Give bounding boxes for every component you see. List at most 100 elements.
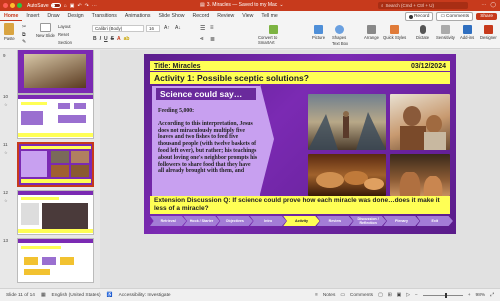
font-color-icon[interactable]: A	[117, 36, 121, 42]
add-ins-button[interactable]: Add-ins	[460, 25, 474, 40]
autosave-toggle[interactable]	[50, 3, 61, 8]
nav-intro[interactable]: Intro	[249, 216, 287, 226]
zoom-out-icon[interactable]: −	[415, 293, 418, 298]
redo-icon[interactable]: ↷	[85, 3, 89, 9]
jars-image[interactable]	[390, 154, 450, 196]
comments-status-button[interactable]: Comments	[350, 293, 373, 298]
more-options-icon[interactable]: ⋯	[481, 2, 486, 8]
close-window-button[interactable]	[3, 3, 8, 8]
numbering-icon[interactable]: ≡	[210, 25, 214, 31]
bold-icon[interactable]: B	[93, 36, 97, 42]
font-name-select[interactable]: Calibri (Body)	[92, 25, 144, 32]
tab-home[interactable]: Home	[0, 11, 23, 21]
science-text-panel[interactable]: Science could say… Feeding 5,000: Accord…	[152, 86, 260, 196]
current-slide[interactable]: Title: Miracles 03/12/2024 Activity 1: P…	[144, 54, 456, 234]
copy-icon[interactable]: ⧉	[22, 32, 26, 38]
minimize-window-button[interactable]	[10, 3, 15, 8]
reading-view-icon[interactable]: ▣	[397, 293, 402, 298]
tab-insert[interactable]: Insert	[22, 11, 43, 21]
tab-slide-show[interactable]: Slide Show	[155, 11, 189, 21]
tab-animations[interactable]: Animations	[121, 11, 155, 21]
strikethrough-icon[interactable]: S	[111, 36, 114, 42]
slideshow-icon[interactable]: ▷	[406, 293, 410, 298]
nav-discussion-reflection[interactable]: Discussion / Reflection	[349, 216, 387, 226]
bullets-icon[interactable]: ☰	[200, 25, 205, 32]
notes-button[interactable]: Notes	[323, 293, 336, 298]
zoom-window-button[interactable]	[17, 3, 22, 8]
slide-thumbnail-11[interactable]	[17, 142, 94, 187]
healing-image[interactable]	[390, 94, 450, 150]
slide-thumbnail-10[interactable]	[17, 94, 94, 139]
spelling-icon[interactable]: ▦	[41, 293, 46, 298]
increase-font-icon[interactable]: A↑	[164, 25, 170, 31]
section-button[interactable]: Section	[58, 40, 72, 45]
save-icon[interactable]: ▣	[70, 3, 75, 9]
format-painter-icon[interactable]: ✎	[22, 39, 26, 45]
nav-plenary[interactable]: Plenary	[383, 216, 420, 226]
nav-hook-starter[interactable]: Hook / Starter	[183, 216, 220, 226]
zoom-level[interactable]: 98%	[476, 293, 486, 298]
tab-review[interactable]: Review	[213, 11, 238, 21]
reset-button[interactable]: Reset	[58, 32, 69, 37]
dictate-button[interactable]: Dictate	[416, 25, 429, 40]
activity-heading[interactable]: Activity 1: Possible sceptic solutions?	[150, 72, 450, 84]
more-icon[interactable]: ⋯	[92, 3, 97, 9]
slide-thumbnail-13[interactable]	[17, 238, 94, 283]
align-center-icon[interactable]: ≣	[210, 36, 215, 43]
decrease-font-icon[interactable]: A↓	[175, 25, 181, 31]
highlight-icon[interactable]: ab	[124, 36, 130, 42]
nav-retrieval[interactable]: Retrieval	[150, 216, 187, 226]
nav-activity[interactable]: Activity	[283, 216, 320, 226]
zoom-slider[interactable]	[422, 292, 463, 298]
picture-button[interactable]: Picture	[312, 25, 325, 40]
tab-transitions[interactable]: Transitions	[88, 11, 121, 21]
tab-tell-me[interactable]: Tell me	[257, 11, 281, 21]
share-button[interactable]: Share	[476, 13, 497, 20]
undo-icon[interactable]: ↶	[77, 3, 81, 9]
slide-thumbnail-9[interactable]	[17, 50, 94, 94]
font-size-select[interactable]: 16	[146, 25, 160, 32]
convert-smartart-button[interactable]: Convert to SmartArt	[258, 25, 288, 45]
paste-button[interactable]: Paste	[4, 23, 15, 41]
arrange-button[interactable]: Arrange	[364, 25, 379, 40]
search-input[interactable]: ⌕ Search (Cmd + Ctrl + U)	[378, 2, 468, 9]
designer-button[interactable]: Designer	[480, 25, 497, 40]
new-slide-button[interactable]: New Slide	[36, 23, 55, 38]
record-button[interactable]: Record	[404, 12, 434, 21]
underline-icon[interactable]: U	[104, 36, 108, 42]
normal-view-icon[interactable]: ▢	[378, 293, 383, 298]
account-icon[interactable]: ◯	[490, 2, 496, 8]
quick-styles-button[interactable]: Quick Styles	[383, 25, 406, 40]
language-status[interactable]: English (United States)	[52, 293, 101, 298]
sensitivity-button[interactable]: Sensitivity	[436, 25, 455, 40]
italic-icon[interactable]: I	[100, 36, 101, 42]
slide-editing-area[interactable]: Title: Miracles 03/12/2024 Activity 1: P…	[100, 50, 500, 288]
layout-button[interactable]: Layout	[58, 24, 71, 29]
parting-sea-image[interactable]	[308, 94, 386, 150]
home-icon[interactable]: ⌂	[64, 3, 67, 9]
text-box-button[interactable]: Text Box	[332, 41, 348, 46]
zoom-in-icon[interactable]: +	[468, 293, 471, 298]
slide-thumbnails-panel[interactable]: 9 10 ☆ 11 ☆ 12 ☆ 13	[0, 50, 100, 288]
shapes-button[interactable]: Shapes	[332, 25, 346, 40]
document-title[interactable]: ▤ 3. Miracles — Saved to my Mac ⌄	[200, 2, 284, 8]
tab-design[interactable]: Design	[64, 11, 88, 21]
slide-title-bar[interactable]: Title: Miracles 03/12/2024	[150, 61, 450, 71]
tab-view[interactable]: View	[238, 11, 257, 21]
slide-thumbnail-12[interactable]	[17, 190, 94, 235]
nav-exit[interactable]: Exit	[416, 216, 453, 226]
nav-objectives[interactable]: Objectives	[216, 216, 253, 226]
align-left-icon[interactable]: ⫷	[200, 36, 203, 43]
comments-button[interactable]: ▭ Comments	[436, 12, 474, 21]
autosave[interactable]: AutoSave	[27, 3, 61, 9]
tab-record[interactable]: Record	[188, 11, 213, 21]
accessibility-status[interactable]: Accessibility: Investigate	[119, 293, 171, 298]
slide-sorter-icon[interactable]: ⊞	[388, 293, 392, 298]
nav-review[interactable]: Review	[316, 216, 353, 226]
cut-icon[interactable]: ✂	[22, 24, 26, 30]
fit-slide-icon[interactable]: ⤢	[490, 292, 494, 298]
extension-question[interactable]: Extension Discussion Q: If science could…	[150, 196, 450, 214]
bread-basket-image[interactable]	[308, 154, 386, 196]
tab-draw[interactable]: Draw	[43, 11, 63, 21]
zoom-slider-knob[interactable]	[444, 292, 447, 298]
